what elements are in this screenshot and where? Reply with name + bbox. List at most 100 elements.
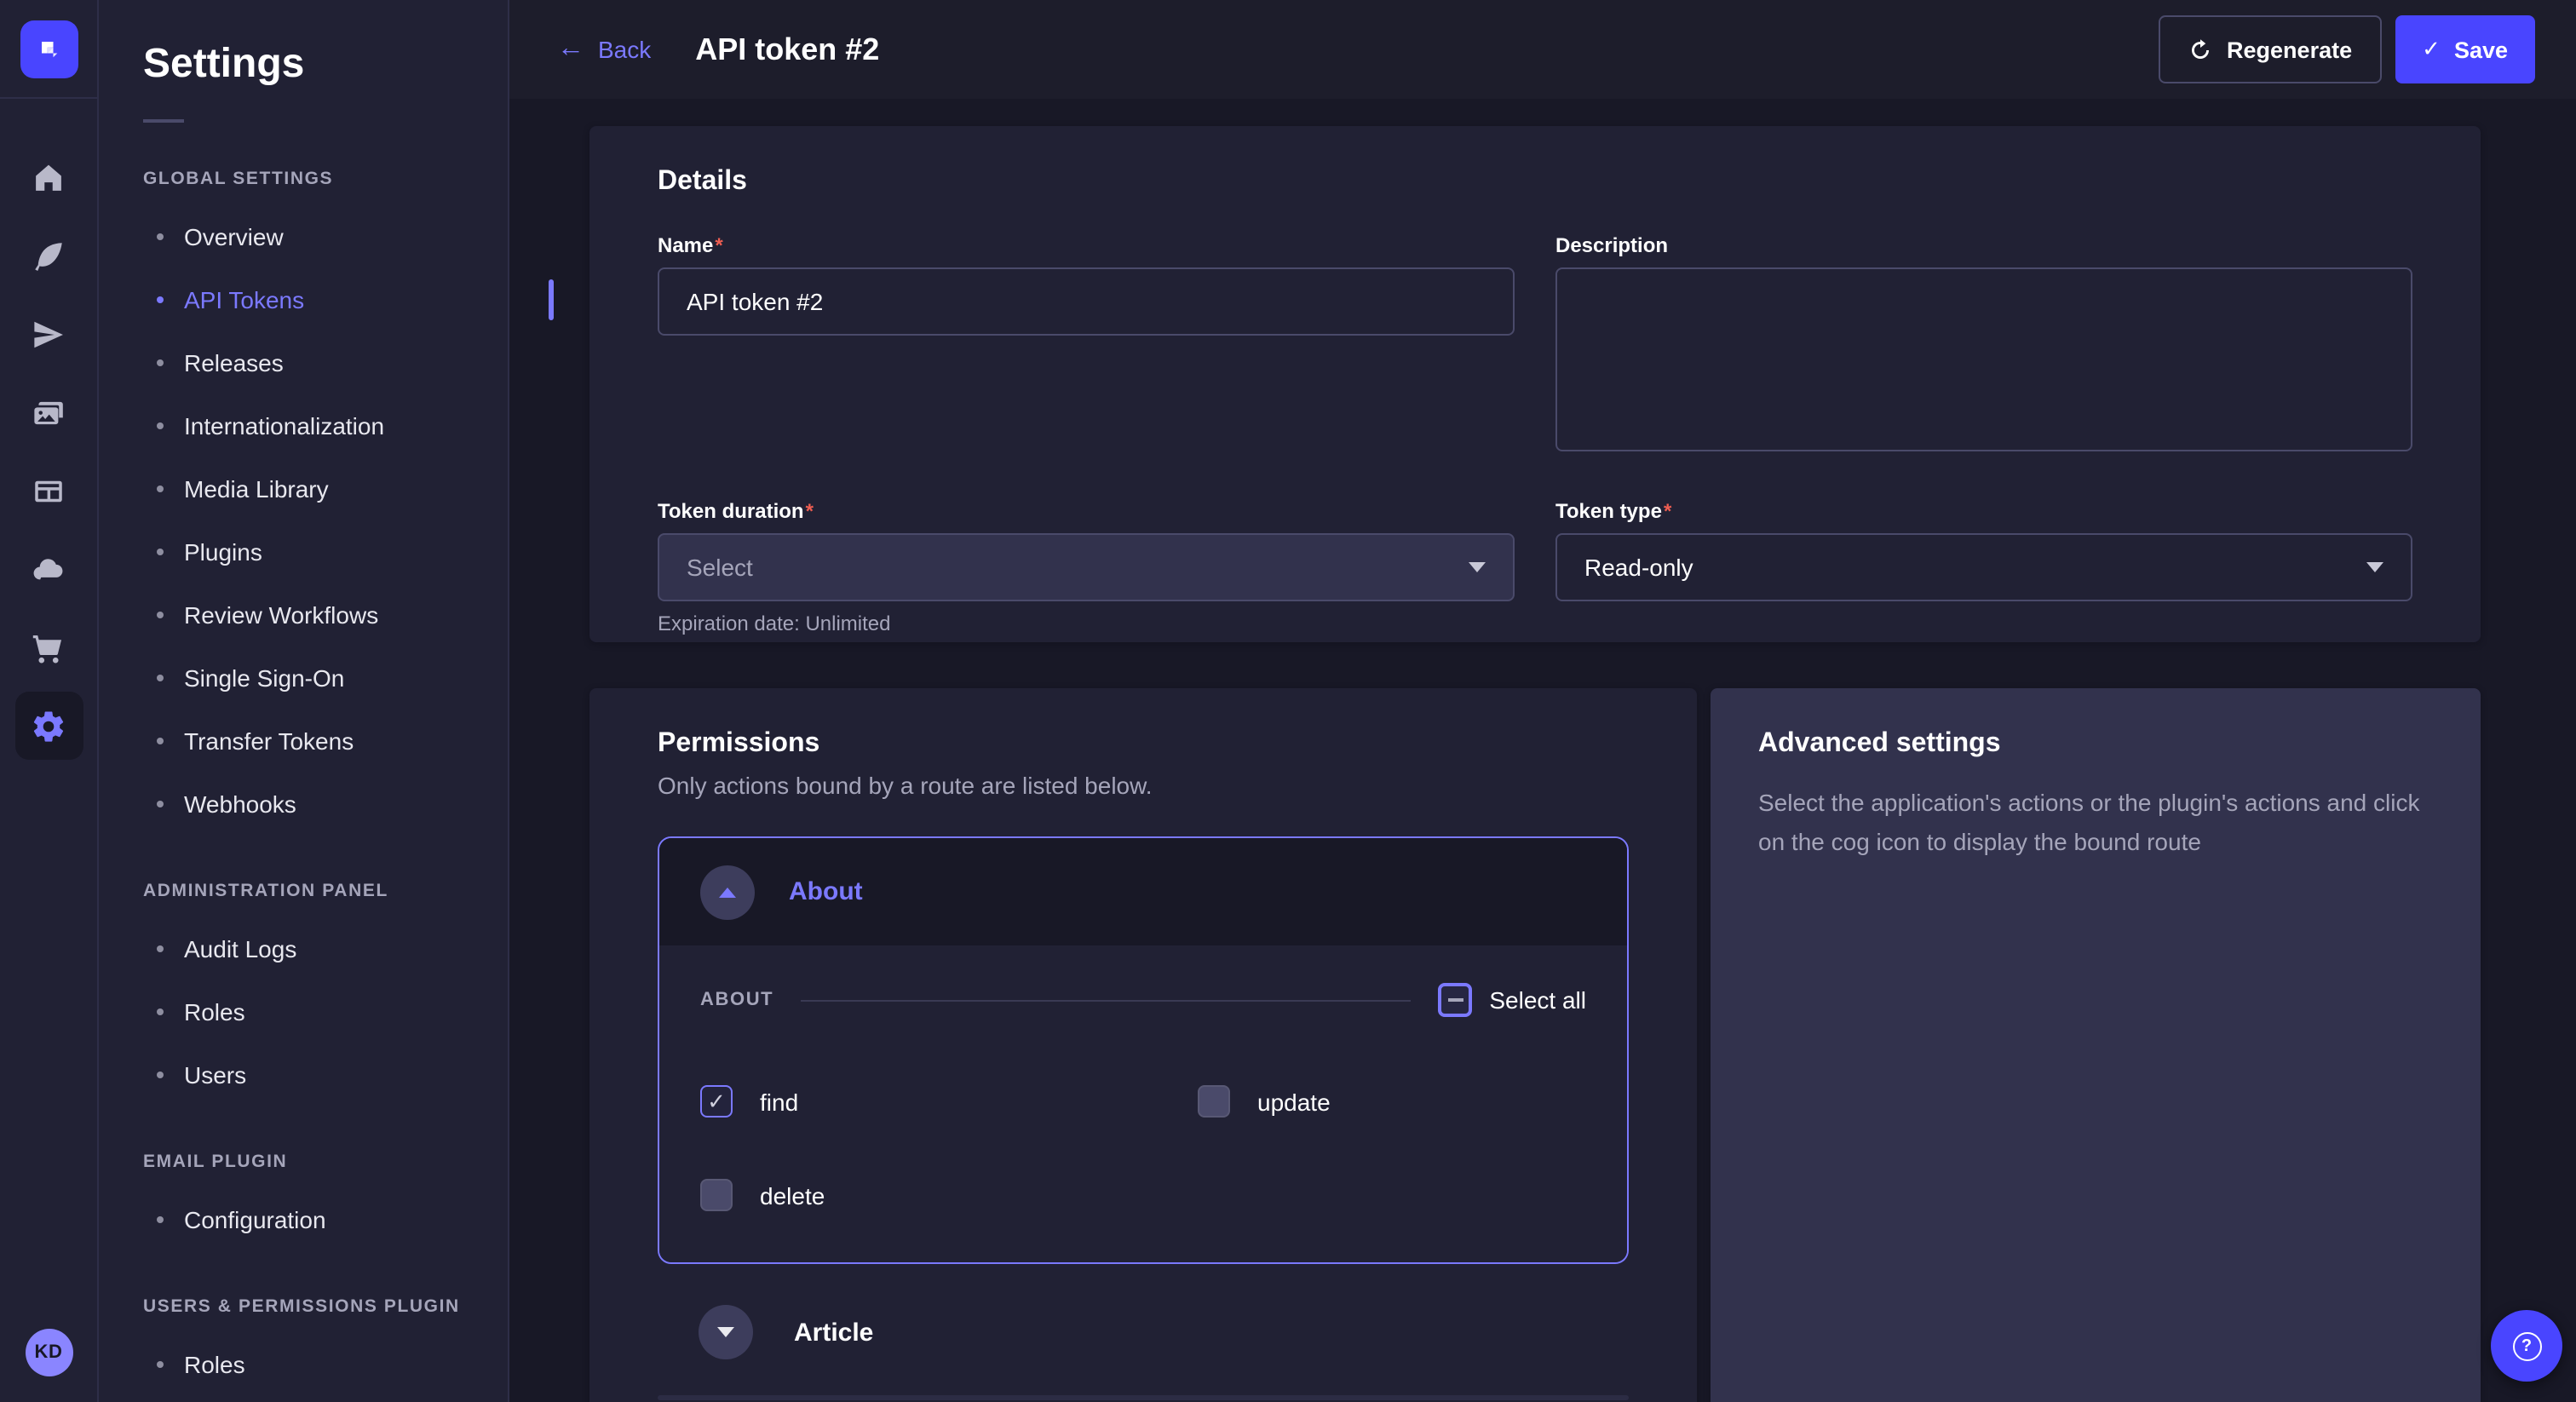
sidebar-item-media-library[interactable]: Media Library [143,457,508,520]
duration-label: Token duration* [658,499,1515,523]
type-field-group: Token type* Read-only [1555,499,2412,635]
permission-action-delete: delete [700,1179,1198,1211]
type-label: Token type* [1555,499,2412,523]
sidebar-section: GLOBAL SETTINGSOverviewAPI TokensRelease… [143,169,508,835]
sidebar-item-review-workflows[interactable]: Review Workflows [143,583,508,646]
chevron-down-icon [2366,562,2383,572]
type-select[interactable]: Read-only [1555,533,2412,601]
accordion-article-header[interactable]: Article [658,1264,1629,1359]
sidebar-divider [143,119,184,123]
checkbox-unchecked[interactable] [700,1179,733,1211]
rail-button-media-library-pictures-icon[interactable] [14,378,83,446]
bullet-icon [157,422,164,428]
strapi-logo[interactable] [20,20,78,78]
description-textarea[interactable] [1555,267,2412,451]
type-select-value: Read-only [1584,554,2366,581]
duration-helper: Expiration date: Unlimited [658,612,1515,635]
settings-gear-icon [31,708,66,744]
rail-button-content-type-builder-layout-icon[interactable] [14,457,83,525]
sidebar-item-label: Configuration [184,1205,326,1232]
rail-button-release-paper-plane-icon[interactable] [14,300,83,368]
collapse-toggle-button[interactable] [700,865,755,919]
sidebar-item-label: Roles [184,1350,245,1377]
bullet-icon [157,674,164,681]
marketplace-cart-icon [31,629,66,665]
sidebar-item-label: Releases [184,348,284,376]
media-library-pictures-icon [31,394,66,430]
select-all-checkbox[interactable] [1438,983,1472,1017]
avatar[interactable]: KD [25,1329,72,1376]
accordion-about-header[interactable]: About [659,838,1627,945]
sidebar-item-label: API Tokens [184,285,304,313]
select-all-label[interactable]: Select all [1489,986,1586,1014]
settings-sidebar: Settings GLOBAL SETTINGSOverviewAPI Toke… [99,0,509,1402]
checkbox-label[interactable]: delete [760,1181,825,1209]
checkbox-unchecked[interactable] [1198,1085,1230,1118]
active-indicator [549,279,554,319]
sidebar-item-plugins[interactable]: Plugins [143,520,508,583]
sidebar-item-roles[interactable]: Roles [143,1332,508,1395]
back-link[interactable]: ← Back [557,36,651,63]
permission-action-update: update [1198,1085,1586,1118]
advanced-settings-panel: Advanced settings Select the application… [1711,688,2481,1402]
sidebar-item-configuration[interactable]: Configuration [143,1187,508,1250]
sidebar-section: ADMINISTRATION PANEL Audit Logs Roles Users [143,881,508,1106]
triangle-up-icon [719,887,736,897]
permissions-title: Permissions [658,729,1629,760]
sidebar-item-overview[interactable]: Overview [143,204,508,267]
bullet-icon [157,1071,164,1077]
strapi-logo-icon [33,33,64,64]
sidebar-item-api-tokens[interactable]: API Tokens [143,267,508,330]
sidebar-section-header: ADMINISTRATION PANEL [143,881,508,901]
refresh-icon [2188,37,2213,62]
advanced-settings-title: Advanced settings [1758,729,2433,760]
sidebar-item-transfer-tokens[interactable]: Transfer Tokens [143,709,508,772]
rail-button-marketplace-cart-icon[interactable] [14,613,83,681]
sidebar-item-roles[interactable]: Roles [143,980,508,1043]
sidebar-item-label: Users [184,1060,246,1088]
page-title: API token #2 [695,32,879,67]
accordion-about: About ABOUT Select all ✓ find update delete [658,836,1629,1264]
bullet-icon [157,800,164,807]
bullet-icon [157,1008,164,1014]
rail-button-home-icon[interactable] [14,143,83,211]
sidebar-item-webhooks[interactable]: Webhooks [143,772,508,835]
subject-caption: ABOUT [700,990,773,1010]
name-input[interactable] [658,267,1515,336]
sidebar-section: EMAIL PLUGINConfiguration [143,1152,508,1250]
duration-field-group: Token duration* Select Expiration date: … [658,499,1515,635]
accordion-about-label: About [789,877,863,906]
sidebar-item-users[interactable]: Users [143,1043,508,1106]
icon-rail: KD [0,0,99,1402]
header-actions: Regenerate ✓ Save [2159,15,2535,83]
duration-select[interactable]: Select [658,533,1515,601]
bullet-icon [157,611,164,618]
sidebar-item-internationalization[interactable]: Internationalization [143,394,508,457]
sidebar-item-label: Webhooks [184,790,296,817]
sidebar-item-label: Audit Logs [184,934,296,962]
expand-toggle-button[interactable] [699,1305,753,1359]
help-button[interactable]: ? [2491,1310,2562,1382]
next-accordion-edge [658,1395,1629,1400]
regenerate-button[interactable]: Regenerate [2159,15,2381,83]
sidebar-item-providers[interactable]: Providers [143,1395,508,1402]
bullet-icon [157,1215,164,1222]
checkbox-label[interactable]: update [1257,1088,1331,1115]
bullet-icon [157,296,164,302]
bullet-icon [157,945,164,951]
rail-button-deploy-cloud-icon[interactable] [14,535,83,603]
bullet-icon [157,737,164,744]
rail-button-content-manager-feather-icon[interactable] [14,221,83,290]
rail-button-settings-gear-icon[interactable] [14,692,83,760]
permissions-subtitle: Only actions bound by a route are listed… [658,772,1629,799]
checkbox-checked[interactable]: ✓ [700,1085,733,1118]
sidebar-item-label: Review Workflows [184,600,378,628]
duration-select-value: Select [687,554,1469,581]
sidebar-title: Settings [143,41,508,89]
permissions-card: Permissions Only actions bound by a rout… [589,688,1697,1402]
sidebar-item-single-sign-on[interactable]: Single Sign-On [143,646,508,709]
sidebar-item-audit-logs[interactable]: Audit Logs [143,916,508,980]
checkbox-label[interactable]: find [760,1088,798,1115]
save-button[interactable]: ✓ Save [2395,15,2535,83]
sidebar-item-releases[interactable]: Releases [143,330,508,394]
